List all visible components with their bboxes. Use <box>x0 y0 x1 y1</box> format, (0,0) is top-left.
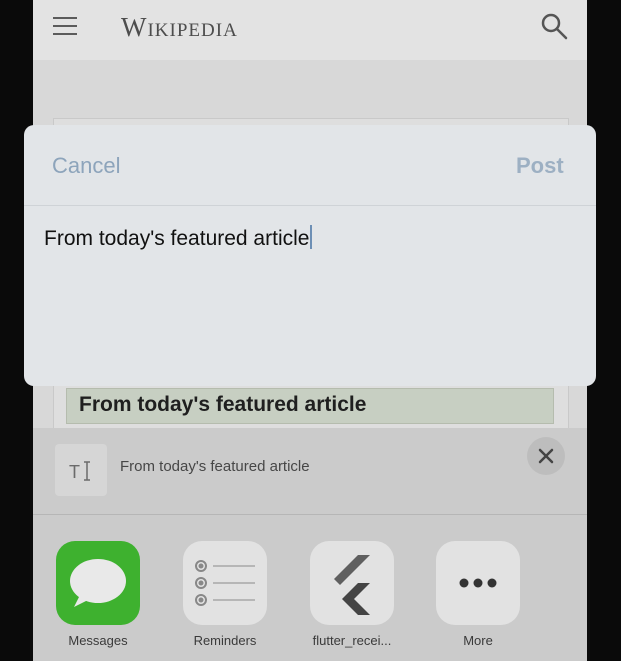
share-app-row: Messages Reminders flutter_recei... More <box>33 515 587 661</box>
reminders-icon <box>183 541 267 625</box>
share-sheet: T From today's featured article Messages <box>33 428 587 661</box>
post-button[interactable]: Post <box>516 153 564 179</box>
attachment-row: T From today's featured article <box>33 428 587 514</box>
wikipedia-logo[interactable]: Wikipedia <box>121 12 238 43</box>
compose-text: From today's featured article <box>44 227 310 250</box>
share-app-reminders[interactable]: Reminders <box>175 541 275 648</box>
wikipedia-header: Wikipedia <box>33 0 587 60</box>
messages-icon <box>56 541 140 625</box>
featured-article-box: From today's featured article <box>66 388 554 424</box>
more-icon <box>436 541 520 625</box>
cancel-button[interactable]: Cancel <box>52 153 120 179</box>
close-icon <box>538 448 554 464</box>
close-attachment-button[interactable] <box>527 437 565 475</box>
app-label: Reminders <box>193 633 257 648</box>
share-app-more[interactable]: More <box>428 541 528 648</box>
svg-text:T: T <box>69 462 80 482</box>
search-icon[interactable] <box>540 12 568 40</box>
app-label: Messages <box>68 633 128 648</box>
featured-article-heading: From today's featured article <box>79 393 367 416</box>
attachment-title: From today's featured article <box>120 458 310 475</box>
menu-icon[interactable] <box>53 17 77 35</box>
compose-text-field[interactable]: From today's featured article <box>44 225 313 251</box>
flutter-icon <box>310 541 394 625</box>
compose-dialog: Cancel Post From today's featured articl… <box>24 125 596 386</box>
text-document-icon: T <box>55 444 107 496</box>
share-app-flutter[interactable]: flutter_recei... <box>302 541 402 648</box>
share-app-messages[interactable]: Messages <box>48 541 148 648</box>
app-label: More <box>463 633 493 648</box>
text-caret <box>310 225 313 249</box>
app-label: flutter_recei... <box>312 633 392 648</box>
divider <box>24 205 596 206</box>
